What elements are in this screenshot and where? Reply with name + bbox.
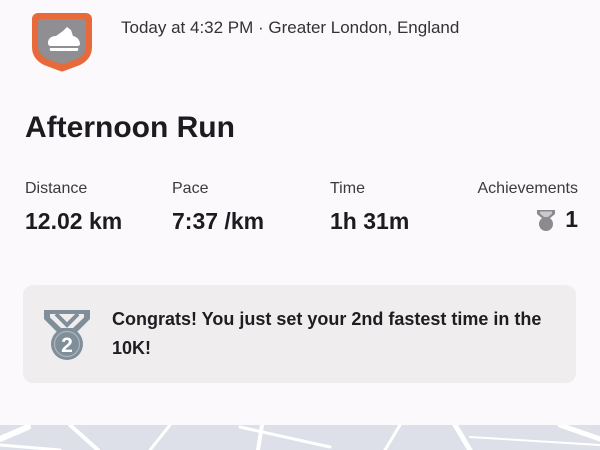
running-shoe-icon[interactable] — [30, 9, 94, 73]
stat-achievements-label: Achievements — [477, 180, 579, 197]
activity-location: Greater London, England — [268, 18, 460, 37]
map-streets — [0, 425, 600, 450]
stat-achievements[interactable]: Achievements 1 — [478, 180, 579, 237]
silver-medal-icon: 2 — [40, 307, 94, 363]
activity-header: Today at 4:32 PM · Greater London, Engla… — [0, 0, 600, 90]
activity-datetime: Today at 4:32 PM — [121, 18, 254, 37]
activity-title: Afternoon Run — [25, 111, 235, 144]
stat-pace-label: Pace — [172, 180, 209, 197]
stat-distance: Distance 12.02 km — [25, 180, 122, 235]
stat-distance-value: 12.02 km — [25, 208, 123, 234]
stat-distance-label: Distance — [25, 180, 88, 197]
stat-time-value: 1h 31m — [330, 208, 410, 234]
activity-meta: Today at 4:32 PM · Greater London, Engla… — [121, 18, 459, 38]
achievements-value[interactable]: 1 — [535, 206, 578, 233]
achievement-banner[interactable]: 2 Congrats! You just set your 2nd fastes… — [23, 285, 576, 383]
stat-pace-value: 7:37 /km — [172, 208, 265, 234]
medal-icon — [535, 208, 557, 232]
stat-time-label: Time — [330, 180, 365, 197]
achievements-count: 1 — [565, 206, 578, 232]
meta-separator: · — [253, 18, 269, 37]
stat-pace: Pace 7:37 /km — [172, 180, 264, 235]
medal-number: 2 — [61, 334, 73, 357]
achievement-text: Congrats! You just set your 2nd fastest … — [112, 309, 542, 358]
route-map[interactable] — [0, 425, 600, 450]
stat-time: Time 1h 31m — [330, 180, 409, 235]
